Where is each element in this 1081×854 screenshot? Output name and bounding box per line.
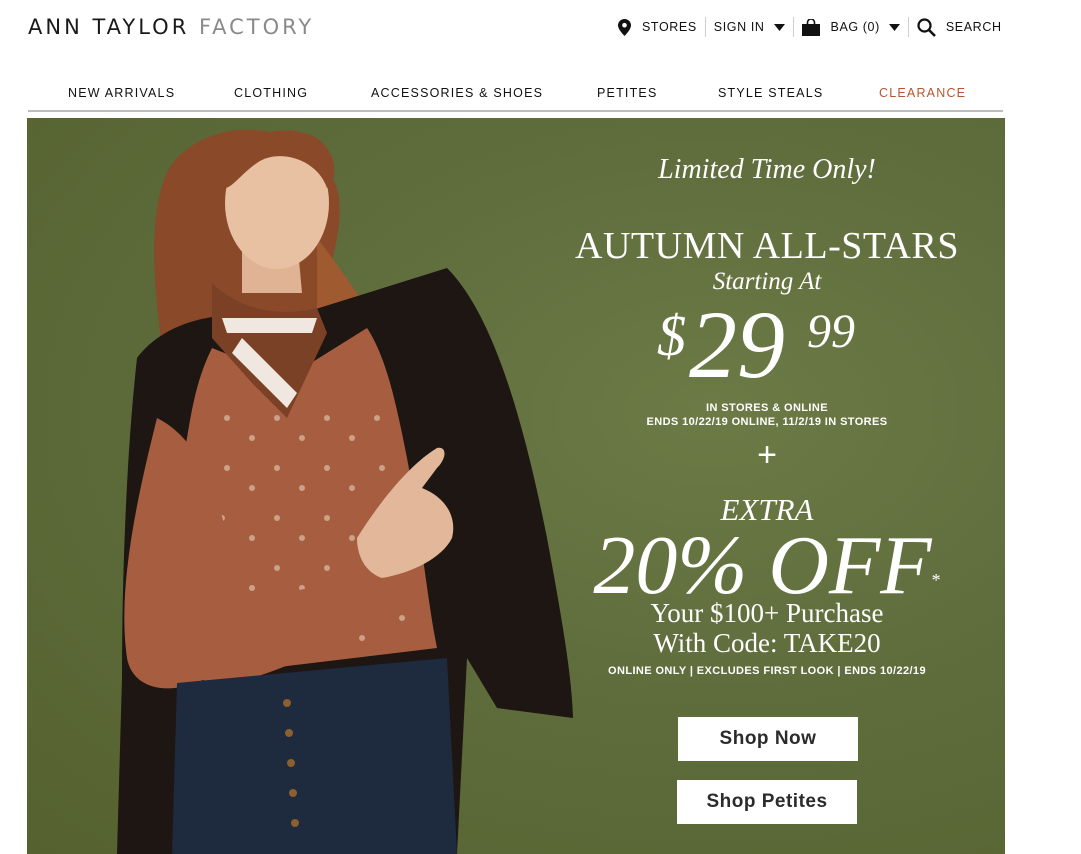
nav-new-arrivals[interactable]: NEW ARRIVALS	[68, 86, 175, 100]
search-button[interactable]: SEARCH	[917, 14, 1002, 40]
main-nav: NEW ARRIVALS CLOTHING ACCESSORIES & SHOE…	[28, 74, 1003, 112]
caret-down-icon	[888, 23, 900, 31]
promo-price: $ 29 99	[657, 291, 917, 398]
promo-eyebrow: Limited Time Only!	[658, 154, 876, 185]
utility-divider	[792, 17, 794, 37]
logo-secondary: FACTORY	[198, 15, 315, 39]
magnifier-icon	[917, 17, 936, 37]
location-pin-icon	[618, 18, 631, 36]
price-dollars: 29	[689, 291, 785, 398]
purchase-line-2: With Code: TAKE20	[653, 628, 881, 658]
brand-logo[interactable]: ANN TAYLOR FACTORY	[28, 14, 314, 40]
bag-label: BAG (0)	[830, 20, 880, 34]
logo-primary: ANN TAYLOR	[28, 15, 190, 39]
price-currency: $	[657, 303, 686, 368]
promo-purchase-terms: Your $100+ Purchase With Code: TAKE20	[567, 598, 967, 658]
bag-menu[interactable]: BAG (0)	[801, 14, 900, 40]
price-cents: 99	[807, 305, 855, 358]
promo-channel: IN STORES & ONLINE	[706, 402, 828, 414]
sign-in-label: SIGN IN	[713, 20, 765, 34]
nav-clothing[interactable]: CLOTHING	[234, 86, 308, 100]
shop-now-button[interactable]: Shop Now	[678, 717, 858, 761]
nav-style-steals[interactable]: STYLE STEALS	[718, 86, 823, 100]
utility-bar: STORES SIGN IN BAG (0) SEARCH	[618, 14, 1002, 40]
nav-clearance[interactable]: CLEARANCE	[879, 86, 966, 100]
search-label: SEARCH	[945, 20, 1002, 34]
caret-down-icon	[773, 23, 785, 31]
promo-fine-print: ONLINE ONLY | EXCLUDES FIRST LOOK | ENDS…	[608, 665, 926, 677]
disclaimer-asterisk: *	[931, 570, 941, 590]
promo-end-dates: ENDS 10/22/19 ONLINE, 11/2/19 IN STORES	[646, 416, 888, 428]
utility-divider	[907, 17, 909, 37]
nav-petites[interactable]: PETITES	[597, 86, 658, 100]
nav-accessories-shoes[interactable]: ACCESSORIES & SHOES	[371, 86, 543, 100]
utility-divider	[704, 17, 706, 37]
stores-label: STORES	[642, 20, 697, 34]
promo-plus: +	[757, 436, 777, 474]
stores-link[interactable]: STORES	[618, 14, 697, 40]
hero-banner[interactable]: Limited Time Only! AUTUMN ALL-STARS Star…	[27, 118, 1005, 854]
promo-headline: AUTUMN ALL-STARS	[575, 225, 959, 267]
shop-petites-button[interactable]: Shop Petites	[677, 780, 857, 824]
sign-in-menu[interactable]: SIGN IN	[714, 14, 785, 40]
purchase-line-1: Your $100+ Purchase	[650, 598, 884, 628]
shopping-bag-icon	[801, 18, 820, 36]
